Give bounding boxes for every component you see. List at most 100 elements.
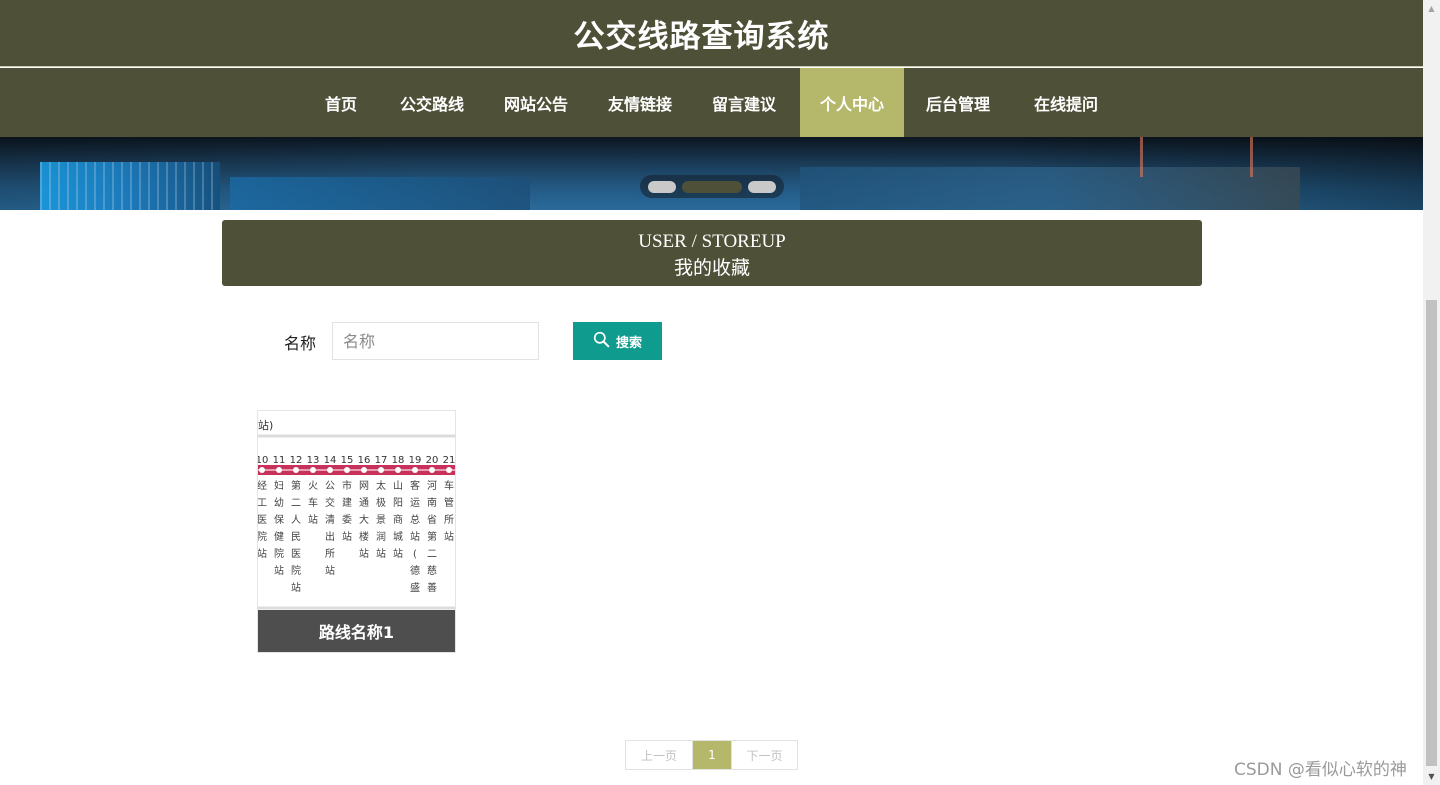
banner-carousel[interactable] xyxy=(0,137,1423,210)
scrollbar-thumb[interactable] xyxy=(1426,300,1437,766)
carousel-dot-2[interactable] xyxy=(682,181,742,193)
stop-marker xyxy=(259,467,265,473)
route-image-header: 站) xyxy=(258,418,273,432)
nav-item-online-questions[interactable]: 在线提问 xyxy=(1014,68,1118,137)
stop-name-char: 二 xyxy=(291,498,301,509)
stop-number: 21 xyxy=(443,455,455,466)
page: 公交线路查询系统 首页 公交路线 网站公告 友情链接 留言建议 个人中心 后台管… xyxy=(0,0,1440,785)
route-map: 站) 10经工医院站11妇幼保健院站12第二人民医院站13火车站14公交清出所站… xyxy=(258,411,455,610)
stop-name-char: 医 xyxy=(291,548,301,560)
stop-name-char: 民 xyxy=(291,531,301,543)
stop-name-char: 楼 xyxy=(359,530,369,543)
banner-image-detail xyxy=(230,177,530,210)
stop-marker xyxy=(327,467,333,473)
stop-name-char: 站 xyxy=(444,530,454,543)
stop-marker xyxy=(395,467,401,473)
stop-name-char: 总 xyxy=(410,513,420,526)
stop-name-char: 委 xyxy=(342,513,352,526)
search-input[interactable] xyxy=(332,322,539,360)
stop-marker xyxy=(310,467,316,473)
stop-name-char: 网 xyxy=(359,480,369,492)
stop-name-char: 站 xyxy=(308,513,318,526)
carousel-dot-1[interactable] xyxy=(648,181,676,193)
stop-name-char: 阳 xyxy=(393,497,403,509)
page-number-current[interactable]: 1 xyxy=(693,741,731,769)
banner-image-detail xyxy=(40,162,220,210)
pagination: 上一页 1 下一页 xyxy=(625,740,798,770)
search-label: 名称 xyxy=(284,334,317,353)
stop-name-char: 运 xyxy=(410,497,420,509)
card-caption: 路线名称1 xyxy=(258,610,455,652)
prev-page-button[interactable]: 上一页 xyxy=(626,741,693,769)
banner-image-detail xyxy=(1140,137,1143,177)
stop-name-char: 人 xyxy=(291,514,301,526)
stop-name-char: 站 xyxy=(274,564,284,577)
nav-item-personal-center[interactable]: 个人中心 xyxy=(800,68,904,137)
stop-number: 18 xyxy=(392,455,405,466)
stop-marker xyxy=(344,467,350,473)
nav-item-friend-links[interactable]: 友情链接 xyxy=(588,68,692,137)
stop-name-char: 院 xyxy=(258,530,267,543)
carousel-indicators xyxy=(640,175,784,198)
stop-name-char: 工 xyxy=(258,498,267,509)
stop-name-char: 妇 xyxy=(274,479,284,492)
nav-item-feedback[interactable]: 留言建议 xyxy=(692,68,796,137)
stop-marker xyxy=(446,467,452,473)
stop-name-char: 第 xyxy=(427,530,437,543)
stop-name-char: 保 xyxy=(274,513,284,526)
stop-name-char: 交 xyxy=(325,496,335,509)
stop-number: 13 xyxy=(307,455,320,466)
nav-item-bus-routes[interactable]: 公交路线 xyxy=(380,68,484,137)
stop-name-char: 站 xyxy=(376,547,386,560)
stop-number: 10 xyxy=(258,455,268,466)
stop-name-char: 站 xyxy=(393,547,403,560)
stop-name-char: 市 xyxy=(342,479,352,492)
vertical-scrollbar[interactable]: ▲ ▼ xyxy=(1423,0,1440,785)
stop-name-char: 医 xyxy=(258,514,267,526)
stop-name-char: 省 xyxy=(427,513,437,526)
route-image: 站) 10 经工医院站 11 妇幼保健院站 12 第二人民医院站 13 火车站 14 公交清出所站… xyxy=(258,411,455,610)
stop-marker xyxy=(429,467,435,473)
stop-name-char: 车 xyxy=(308,496,318,509)
stop-name-char: 院 xyxy=(274,547,284,560)
stop-number: 15 xyxy=(341,455,354,466)
stop-name-char: 院 xyxy=(291,564,301,577)
stop-name-char: 山 xyxy=(393,480,403,492)
nav-item-announcements[interactable]: 网站公告 xyxy=(484,68,588,137)
main-nav: 首页 公交路线 网站公告 友情链接 留言建议 个人中心 后台管理 在线提问 xyxy=(0,68,1423,137)
stop-name-char: 大 xyxy=(359,513,369,526)
stop-name-char: 站 xyxy=(342,530,352,543)
stop-name-char: 德 xyxy=(410,564,420,577)
stop-name-char: 幼 xyxy=(274,496,284,509)
nav-item-admin[interactable]: 后台管理 xyxy=(906,68,1010,137)
stop-name-char: 所 xyxy=(444,514,454,526)
stop-number: 14 xyxy=(324,455,337,466)
carousel-dot-3[interactable] xyxy=(748,181,776,193)
stop-name-char: 南 xyxy=(427,496,437,509)
stop-name-char: 慈 xyxy=(427,564,437,577)
stop-number: 19 xyxy=(409,455,422,466)
search-button[interactable]: 搜索 xyxy=(573,322,662,360)
stop-name-char: 二 xyxy=(427,549,437,560)
stop-number: 17 xyxy=(375,455,388,466)
stop-name-char: 商 xyxy=(393,513,403,526)
stop-name-char: 火 xyxy=(308,480,318,492)
next-page-button[interactable]: 下一页 xyxy=(731,741,797,769)
stop-name-char: 极 xyxy=(376,496,386,509)
scroll-down-arrow-icon[interactable]: ▼ xyxy=(1423,768,1440,785)
stop-marker xyxy=(412,467,418,473)
search-icon xyxy=(593,331,610,351)
scroll-up-arrow-icon[interactable]: ▲ xyxy=(1423,0,1440,17)
stop-name-char: 景 xyxy=(376,514,386,526)
section-title-en: USER / STOREUP xyxy=(638,231,786,252)
stop-name-char: 站 xyxy=(410,530,420,543)
stop-marker xyxy=(361,467,367,473)
stop-name-char: 润 xyxy=(376,530,386,543)
site-title: 公交线路查询系统 xyxy=(573,18,830,55)
section-header: USER / STOREUP 我的收藏 xyxy=(222,220,1202,286)
favorite-card[interactable]: 站) 10 经工医院站 11 妇幼保健院站 12 第二人民医院站 13 火车站 14 公交清出所站… xyxy=(257,410,456,653)
stop-name-char: 所 xyxy=(325,548,335,560)
stop-name-char: 盛 xyxy=(410,581,420,594)
nav-item-home[interactable]: 首页 xyxy=(307,68,375,137)
stop-name-char: 河 xyxy=(427,480,437,492)
